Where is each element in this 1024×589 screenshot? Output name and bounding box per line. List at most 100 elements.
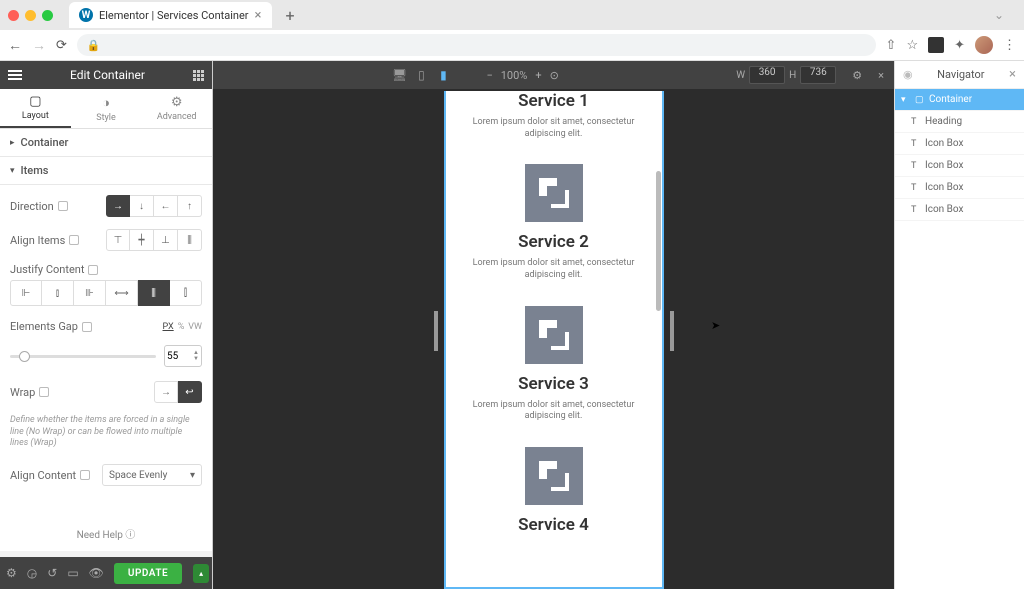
direction-down-button[interactable]: ↓ <box>130 195 154 217</box>
update-options-button[interactable]: ▴ <box>193 564 209 583</box>
preview-icon[interactable]: 👁 <box>89 566 104 580</box>
slider-thumb[interactable] <box>19 351 30 362</box>
justify-evenly-button[interactable]: ⫿ <box>170 280 202 306</box>
star-icon[interactable]: ☆ <box>906 38 918 53</box>
settings-icon[interactable]: ⚙ <box>6 566 17 580</box>
align-end-button[interactable]: ⊥ <box>154 229 178 251</box>
nav-item-container[interactable]: ▾▢Container <box>895 89 1024 111</box>
panel-title: Edit Container <box>70 68 145 82</box>
zoom-out-button[interactable]: − <box>486 69 492 82</box>
width-input[interactable]: 360 <box>749 66 785 84</box>
items-controls: Direction → ↓ ← ↑ Align Items ⊤ ┿ ⊥ ⫼ Ju… <box>0 185 212 551</box>
responsive-icon[interactable] <box>80 470 90 480</box>
close-toolbar-icon[interactable]: × <box>878 69 884 82</box>
section-container[interactable]: ▸Container <box>0 129 212 157</box>
wrap-button[interactable]: ↩ <box>178 381 202 403</box>
unit-vw[interactable]: VW <box>188 322 202 332</box>
iconbox-icon: T <box>911 205 921 215</box>
service-3[interactable]: Service 3 Lorem ipsum dolor sit amet, co… <box>454 306 654 423</box>
responsive-mode-icon[interactable]: ▭ <box>67 566 78 580</box>
window-close-icon[interactable] <box>8 10 19 21</box>
back-button[interactable]: ← <box>8 37 22 54</box>
justify-around-button[interactable]: ⫼ <box>138 280 170 306</box>
preview-content: Service 1 Lorem ipsum dolor sit amet, co… <box>446 91 662 535</box>
new-tab-button[interactable]: + <box>286 6 295 25</box>
nowrap-button[interactable]: → <box>154 381 178 403</box>
nav-item-iconbox[interactable]: TIcon Box <box>895 177 1024 199</box>
mobile-icon[interactable]: ▮ <box>436 68 450 82</box>
browser-tab[interactable]: W Elementor | Services Container × <box>69 2 272 28</box>
align-stretch-button[interactable]: ⫼ <box>178 229 202 251</box>
settings-icon[interactable]: ⚙ <box>852 69 862 82</box>
zoom-in-button[interactable]: + <box>535 69 541 82</box>
responsive-icon[interactable] <box>69 235 79 245</box>
update-button[interactable]: UPDATE <box>114 563 182 584</box>
window-maximize-icon[interactable] <box>42 10 53 21</box>
revision-icon[interactable]: ◶ <box>27 566 37 580</box>
justify-end-button[interactable]: ⊪ <box>74 280 106 306</box>
align-start-button[interactable]: ⊤ <box>106 229 130 251</box>
grid-icon[interactable] <box>193 70 204 81</box>
service-1[interactable]: Service 1 Lorem ipsum dolor sit amet, co… <box>454 91 654 140</box>
nav-item-heading[interactable]: THeading <box>895 111 1024 133</box>
responsive-icon[interactable] <box>82 322 92 332</box>
profile-avatar[interactable] <box>975 36 993 54</box>
tab-close-icon[interactable]: × <box>255 8 262 23</box>
resize-handle-right[interactable] <box>670 311 674 351</box>
url-field[interactable]: 🔒 <box>77 34 876 56</box>
puzzle-icon[interactable]: ✦ <box>954 38 965 53</box>
nav-item-iconbox[interactable]: TIcon Box <box>895 133 1024 155</box>
tablet-icon[interactable]: ▯ <box>414 68 428 82</box>
justify-content-label: Justify Content <box>10 263 202 276</box>
desktop-icon[interactable]: 🖥 <box>392 68 406 82</box>
eye-icon[interactable]: ◉ <box>903 68 913 81</box>
justify-start-button[interactable]: ⊩ <box>10 280 42 306</box>
direction-left-button[interactable]: ← <box>154 195 178 217</box>
align-center-button[interactable]: ┿ <box>130 229 154 251</box>
width-label: W <box>736 70 745 81</box>
extension-icon[interactable] <box>928 37 944 53</box>
address-bar: ← → ⟳ 🔒 ⇧ ☆ ✦ ⋮ <box>0 30 1024 60</box>
section-items[interactable]: ▾Items <box>0 157 212 185</box>
forward-button: → <box>32 37 46 54</box>
service-2[interactable]: Service 2 Lorem ipsum dolor sit amet, co… <box>454 164 654 281</box>
tab-advanced[interactable]: ⚙Advanced <box>141 89 212 128</box>
gap-input[interactable]: ▲▼ <box>164 345 202 367</box>
direction-right-button[interactable]: → <box>106 195 130 217</box>
canvas[interactable]: Service 1 Lorem ipsum dolor sit amet, co… <box>213 89 894 589</box>
mobile-preview[interactable]: Service 1 Lorem ipsum dolor sit amet, co… <box>444 91 664 589</box>
justify-between-button[interactable]: ⟷ <box>106 280 138 306</box>
toolbar-right: ⇧ ☆ ✦ ⋮ <box>886 36 1016 54</box>
service-4[interactable]: Service 4 <box>454 447 654 535</box>
nav-item-iconbox[interactable]: TIcon Box <box>895 155 1024 177</box>
window-minimize-icon[interactable] <box>25 10 36 21</box>
close-icon[interactable]: × <box>1009 67 1016 82</box>
unit-px[interactable]: PX <box>163 322 174 332</box>
zoom-reset-button[interactable]: ⊙ <box>550 69 559 82</box>
responsive-icon[interactable] <box>88 265 98 275</box>
responsive-icon[interactable] <box>58 201 68 211</box>
service-desc: Lorem ipsum dolor sit amet, consectetur … <box>454 117 654 140</box>
need-help-link[interactable]: Need Help ⓘ <box>10 526 202 541</box>
tab-layout[interactable]: ▢Layout <box>0 89 71 128</box>
share-icon[interactable]: ⇧ <box>886 38 897 53</box>
preview-scrollbar[interactable] <box>656 171 661 311</box>
unit-percent[interactable]: % <box>178 322 185 332</box>
tab-style[interactable]: ◑Style <box>71 89 142 128</box>
reload-button[interactable]: ⟳ <box>56 38 67 53</box>
resize-handle-left[interactable] <box>434 311 438 351</box>
nav-item-iconbox[interactable]: TIcon Box <box>895 199 1024 221</box>
chevron-down-icon[interactable]: ⌄ <box>994 8 1004 22</box>
device-switcher: 🖥 ▯ ▮ <box>392 68 450 82</box>
responsive-icon[interactable] <box>39 387 49 397</box>
justify-center-button[interactable]: ⫾ <box>42 280 74 306</box>
gap-slider[interactable] <box>10 355 156 358</box>
direction-up-button[interactable]: ↑ <box>178 195 202 217</box>
align-content-dropdown[interactable]: Space Evenly▾ <box>102 464 202 486</box>
gap-label: Elements Gap <box>10 320 92 333</box>
stepper-icon[interactable]: ▲▼ <box>193 350 199 362</box>
kebab-menu-icon[interactable]: ⋮ <box>1003 38 1016 53</box>
hamburger-icon[interactable] <box>8 70 22 80</box>
height-input[interactable]: 736 <box>800 66 836 84</box>
history-icon[interactable]: ↺ <box>47 566 57 580</box>
